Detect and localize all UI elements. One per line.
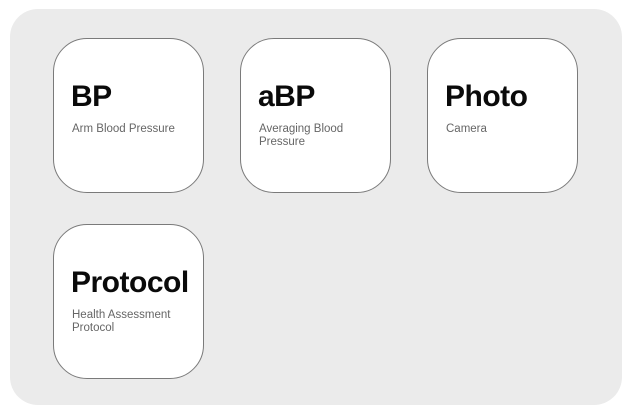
tile-subtitle: Health Assessment Protocol <box>72 309 171 334</box>
tile-subtitle: Averaging Blood Pressure <box>259 123 344 148</box>
protocol-tile-button[interactable]: Protocol Health Assessment Protocol <box>53 224 204 379</box>
tile-subtitle: Camera <box>446 123 487 135</box>
tile-title: BP <box>71 80 112 113</box>
app-launcher-panel: BP Arm Blood Pressure aBP Averaging Bloo… <box>10 9 622 405</box>
abp-tile-button[interactable]: aBP Averaging Blood Pressure <box>240 38 391 193</box>
photo-tile-button[interactable]: Photo Camera <box>427 38 578 193</box>
tile-title: Protocol <box>71 266 189 299</box>
bp-tile-button[interactable]: BP Arm Blood Pressure <box>53 38 204 193</box>
tile-title: aBP <box>258 80 315 113</box>
tile-title: Photo <box>445 80 528 113</box>
tile-subtitle: Arm Blood Pressure <box>72 123 175 135</box>
